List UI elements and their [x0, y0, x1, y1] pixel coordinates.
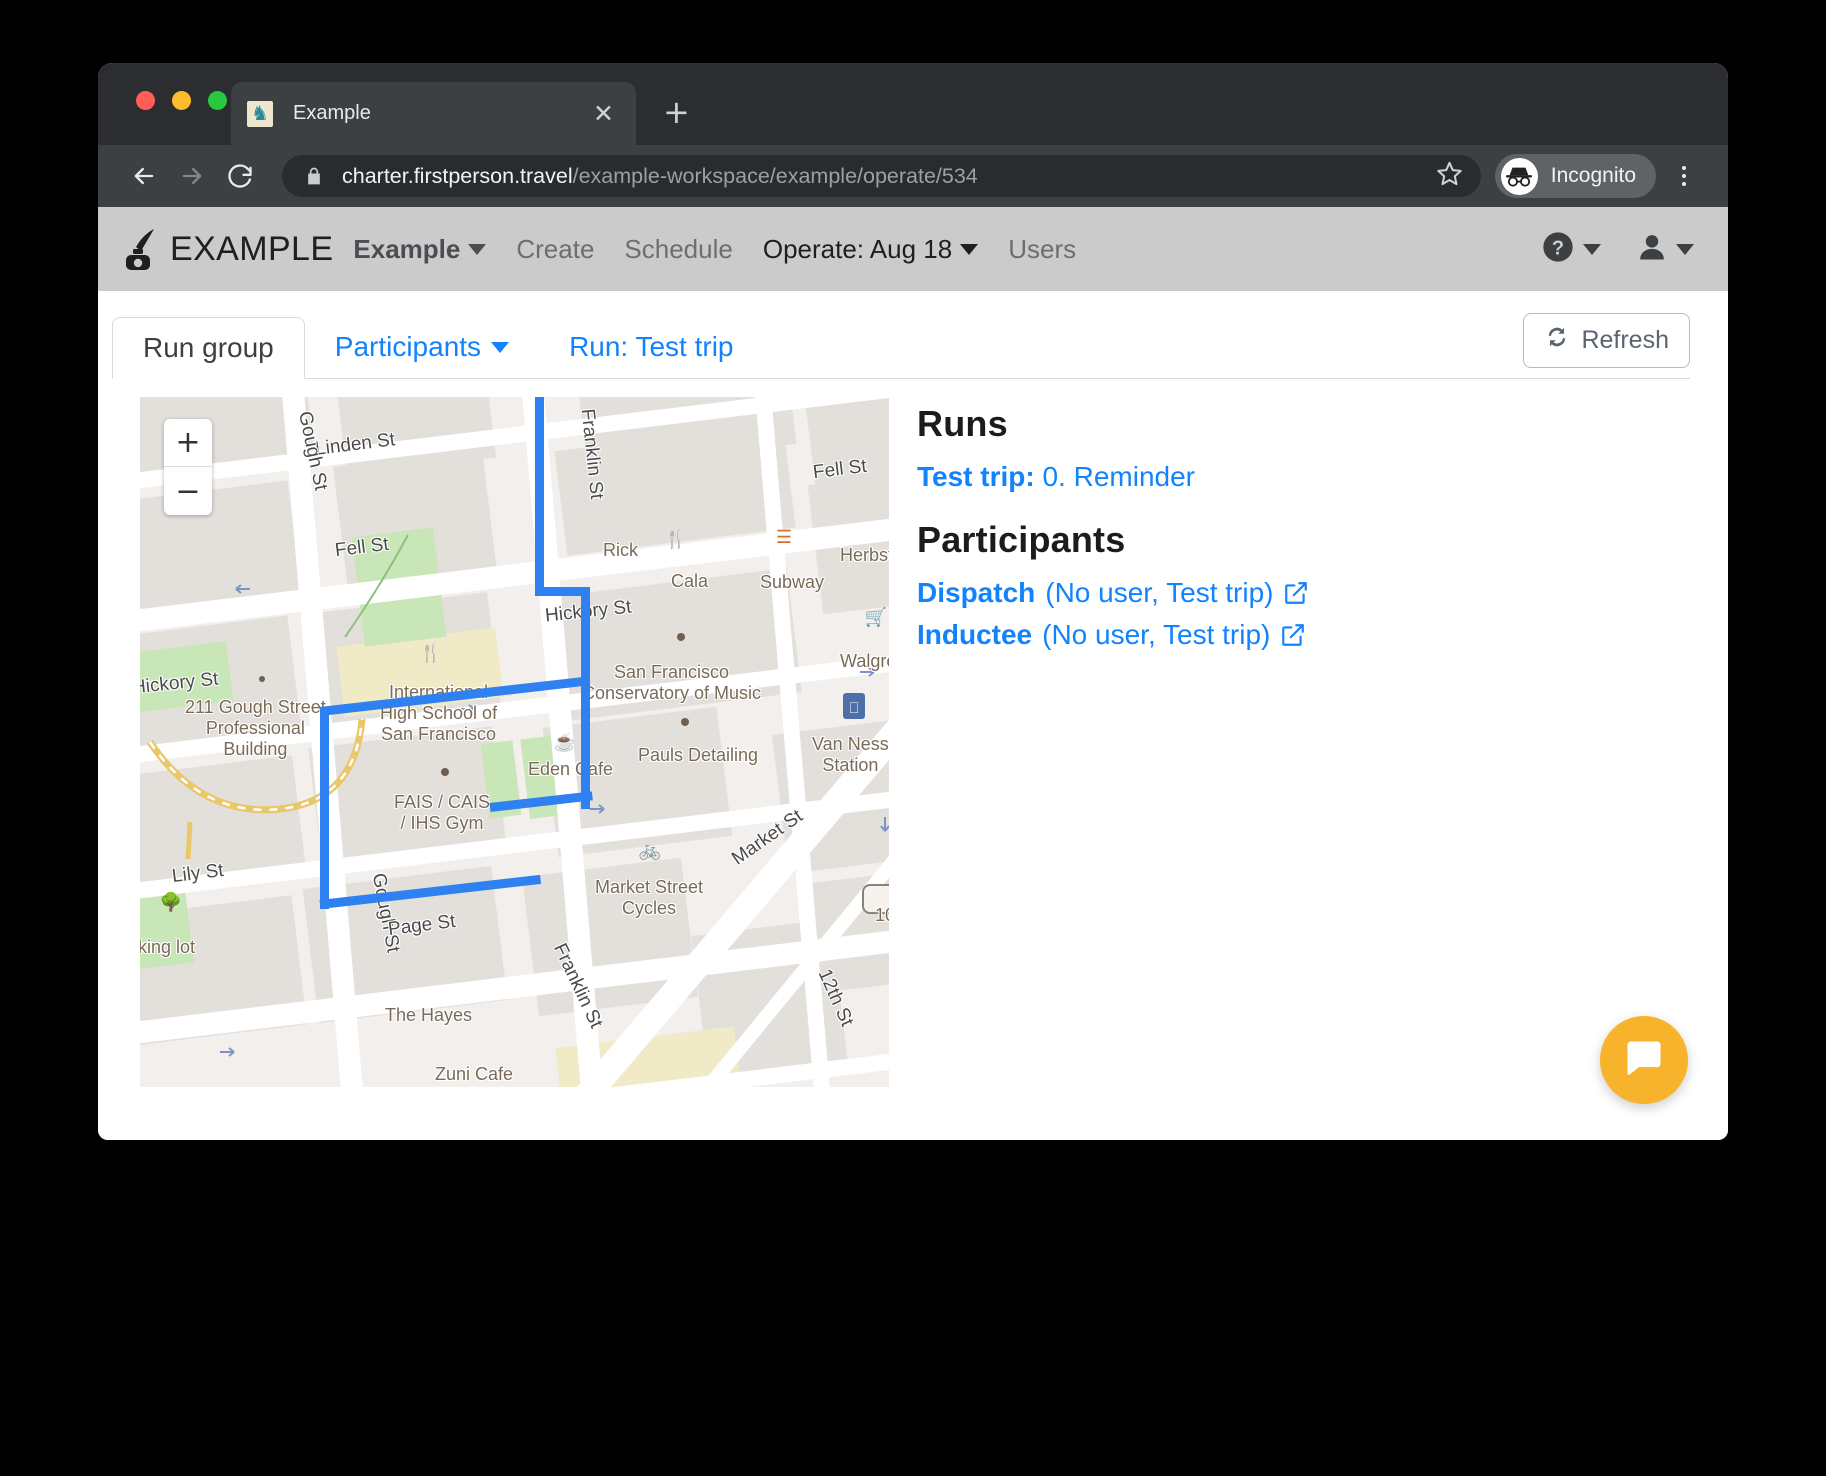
participant-row[interactable]: Inductee (No user, Test trip) — [917, 619, 1309, 651]
svg-text:⎕: ⎕ — [849, 700, 858, 717]
svg-text:☰: ☰ — [776, 527, 792, 547]
nav-links: Example Create Schedule Operate: Aug 18 … — [353, 234, 1076, 265]
svg-text:🍴: 🍴 — [665, 528, 687, 550]
maximize-window-button[interactable] — [208, 91, 227, 110]
minimize-window-button[interactable] — [172, 91, 191, 110]
chevron-down-icon — [960, 243, 979, 255]
svg-text:🚲: 🚲 — [639, 840, 661, 860]
page-body: Run group Participants Run: Test trip Re… — [98, 313, 1728, 1140]
participant-row[interactable]: Dispatch (No user, Test trip) — [917, 577, 1309, 609]
participant-detail: (No user, Test trip) — [1045, 577, 1274, 608]
run-name: Test trip: — [917, 461, 1035, 492]
nav-item-create[interactable]: Create — [516, 234, 594, 265]
refresh-icon — [1544, 324, 1570, 357]
run-entry[interactable]: Test trip: 0. Reminder — [917, 461, 1309, 493]
chevron-down-icon — [1583, 243, 1601, 255]
star-icon[interactable] — [1436, 160, 1463, 192]
back-arrow-icon[interactable] — [120, 156, 168, 196]
nav-item-schedule[interactable]: Schedule — [624, 234, 732, 265]
tab-run[interactable]: Run: Test trip — [539, 316, 763, 378]
svg-text:🌳: 🌳 — [160, 891, 182, 912]
browser-tabstrip: ♞ Example ✕ + — [98, 63, 1728, 145]
nav-item-users[interactable]: Users — [1008, 234, 1076, 265]
browser-toolbar: charter.firstperson.travel/example-works… — [98, 145, 1728, 207]
participant-role: Inductee — [917, 619, 1033, 650]
kebab-menu-icon[interactable] — [1662, 154, 1706, 198]
address-bar-url: charter.firstperson.travel/example-works… — [342, 164, 1426, 189]
help-circle-icon: ? — [1542, 231, 1574, 268]
brand-link[interactable]: EXAMPLE — [124, 227, 333, 271]
lock-icon — [304, 165, 324, 187]
section-tabs: Run group Participants Run: Test trip Re… — [112, 313, 1690, 379]
nav-workspace-dropdown[interactable]: Example — [353, 233, 487, 265]
address-bar[interactable]: charter.firstperson.travel/example-works… — [282, 155, 1481, 197]
tab-run-group[interactable]: Run group — [112, 317, 305, 379]
external-link-icon[interactable] — [1283, 580, 1309, 606]
url-domain: charter.firstperson.travel — [342, 163, 573, 188]
chat-launcher-button[interactable] — [1600, 1016, 1688, 1104]
route-segment — [581, 587, 590, 715]
chevron-down-icon — [491, 341, 510, 353]
route-segment — [320, 709, 329, 909]
window-controls — [136, 91, 227, 110]
route-segment — [581, 709, 590, 809]
chevron-down-icon — [468, 243, 487, 255]
chevron-down-icon — [1676, 243, 1694, 255]
close-icon[interactable]: ✕ — [587, 101, 620, 126]
quill-ink-icon — [124, 227, 158, 271]
details-panel: Runs Test trip: 0. Reminder Participants… — [917, 397, 1309, 1087]
refresh-label: Refresh — [1581, 326, 1669, 354]
refresh-button[interactable]: Refresh — [1523, 313, 1690, 368]
new-tab-button[interactable]: + — [663, 96, 690, 128]
browser-window: ♞ Example ✕ + charter.firstperson.travel… — [98, 63, 1728, 1140]
participant-detail: (No user, Test trip) — [1042, 619, 1271, 650]
brand-label: EXAMPLE — [170, 229, 334, 268]
svg-text:🛒: 🛒 — [865, 606, 887, 627]
tab-participants[interactable]: Participants — [305, 316, 539, 378]
tab-participants-label: Participants — [334, 331, 482, 362]
incognito-icon — [1500, 157, 1538, 195]
participant-role: Dispatch — [917, 577, 1036, 608]
svg-text:?: ? — [1552, 237, 1564, 259]
run-status: 0. Reminder — [1042, 461, 1195, 492]
route-segment — [535, 397, 544, 595]
nav-item-operate-label: Operate: Aug 18 — [762, 233, 953, 264]
svg-text:🍴: 🍴 — [420, 642, 442, 664]
incognito-label: Incognito — [1550, 164, 1636, 187]
reload-icon[interactable] — [216, 156, 264, 196]
chat-bubble-icon — [1622, 1036, 1666, 1085]
svg-text:☕: ☕ — [554, 731, 576, 752]
map-zoom-in-button[interactable]: + — [164, 419, 212, 467]
runs-heading: Runs — [917, 403, 1008, 444]
content-area: 🍴 ☰ ☕ 🍴 🛒 🚲 🌳 ⎕ Linden St Gough St Fell … — [140, 397, 1728, 1087]
app-navbar: EXAMPLE Example Create Schedule Operate:… — [98, 207, 1728, 291]
map-tiles: 🍴 ☰ ☕ 🍴 🛒 🚲 🌳 ⎕ — [140, 397, 889, 1087]
nav-item-operate[interactable]: Operate: Aug 18 — [762, 233, 979, 265]
chess-knight-icon: ♞ — [247, 100, 273, 127]
nav-workspace-label: Example — [353, 233, 461, 264]
account-menu-button[interactable] — [1637, 232, 1694, 267]
participants-heading: Participants — [917, 519, 1126, 560]
map-zoom-out-button[interactable]: − — [164, 467, 212, 515]
nav-right-actions: ? — [1542, 231, 1694, 268]
participants-list: Dispatch (No user, Test trip) Inductee (… — [917, 577, 1309, 651]
close-window-button[interactable] — [136, 91, 155, 110]
url-path: /example-workspace/example/operate/534 — [572, 163, 978, 188]
map-zoom-controls: + − — [164, 419, 212, 515]
browser-tab[interactable]: ♞ Example ✕ — [231, 82, 636, 145]
map-view[interactable]: 🍴 ☰ ☕ 🍴 🛒 🚲 🌳 ⎕ Linden St Gough St Fell … — [140, 397, 889, 1087]
user-icon — [1637, 232, 1667, 267]
browser-tab-title: Example — [293, 102, 371, 124]
forward-arrow-icon[interactable] — [168, 156, 216, 196]
incognito-indicator[interactable]: Incognito — [1494, 154, 1656, 198]
help-menu-button[interactable]: ? — [1542, 231, 1601, 268]
external-link-icon[interactable] — [1280, 622, 1306, 648]
